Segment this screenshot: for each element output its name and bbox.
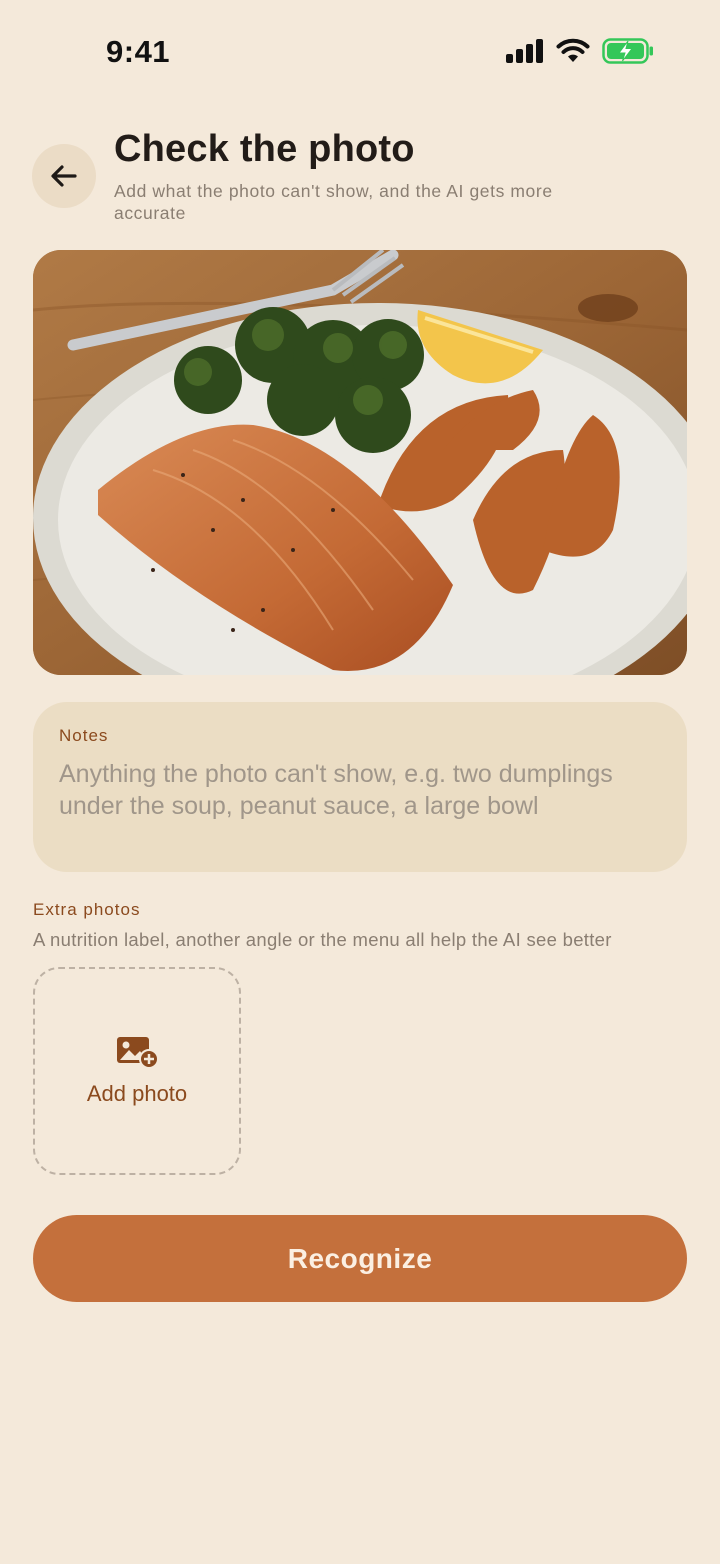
- extra-photos-label: Extra photos: [33, 900, 141, 919]
- notes-card: Notes: [33, 702, 687, 872]
- page-subtitle: Add what the photo can't show, and the A…: [114, 181, 553, 223]
- recognize-button[interactable]: Recognize: [33, 1215, 687, 1302]
- status-time: 9:41: [106, 34, 171, 69]
- meal-photo: [33, 250, 687, 675]
- notes-input[interactable]: [59, 758, 661, 838]
- extra-photos-help: A nutrition label, another angle or the …: [33, 929, 612, 950]
- cellular-signal-icon: [506, 39, 543, 63]
- back-button[interactable]: [32, 144, 96, 208]
- notes-label: Notes: [59, 726, 109, 745]
- add-photo-label: Add photo: [86, 1081, 188, 1106]
- page-title: Check the photo: [114, 128, 415, 170]
- arrow-left-icon: [51, 165, 77, 187]
- battery-charging-icon: [602, 38, 653, 64]
- wifi-icon: [556, 38, 590, 62]
- add-image-icon: [117, 1037, 159, 1069]
- add-photo-button[interactable]: Add photo: [33, 967, 241, 1175]
- status-bar: 9:41: [0, 0, 720, 100]
- status-icons: [506, 38, 654, 64]
